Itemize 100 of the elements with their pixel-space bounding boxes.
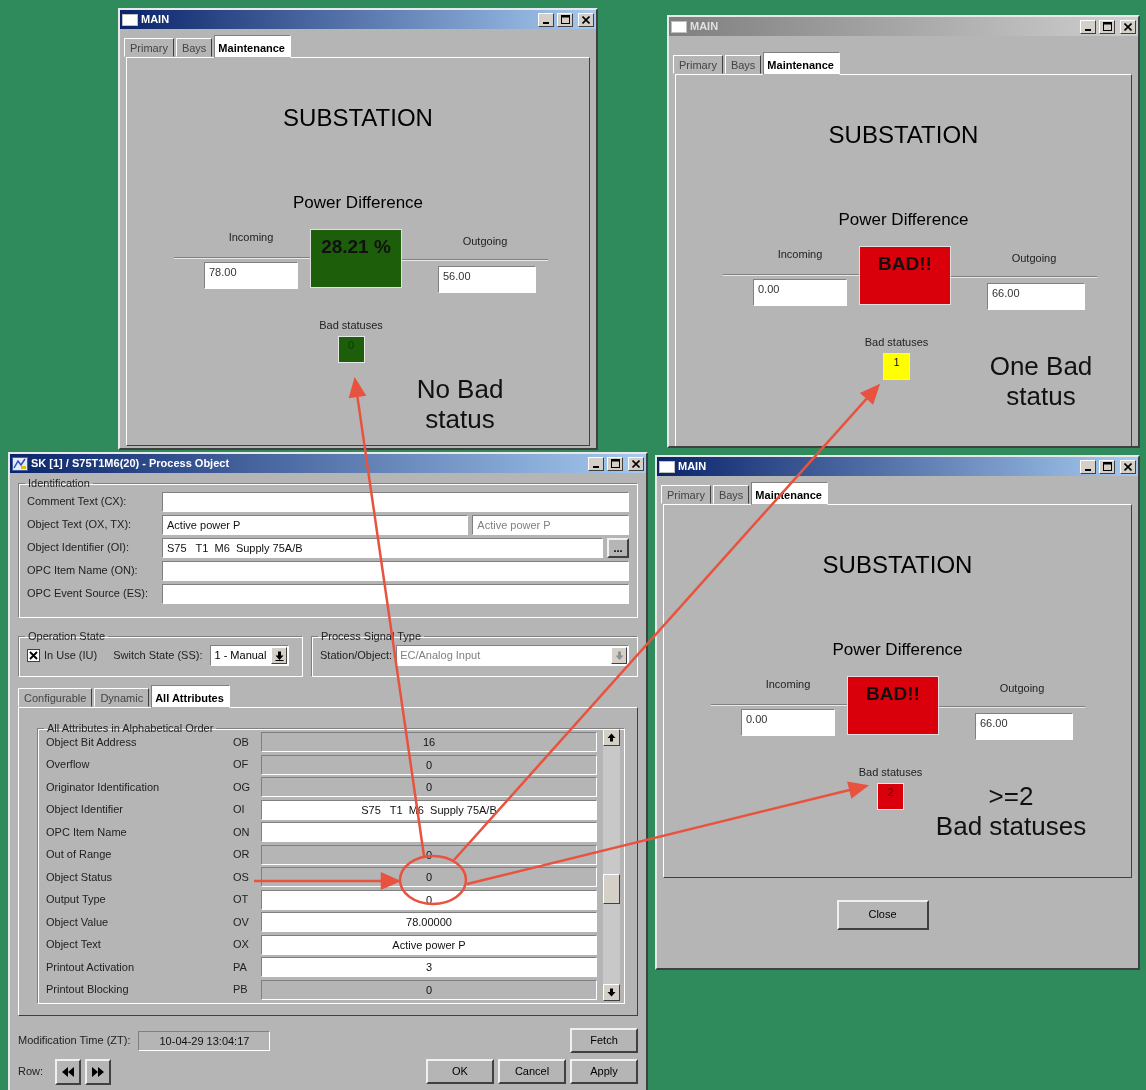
heading: SUBSTATION	[821, 550, 974, 580]
input-field[interactable]	[162, 492, 629, 512]
attribute-code: ON	[233, 825, 251, 839]
window-icon	[122, 13, 138, 26]
close-button[interactable]	[578, 12, 594, 27]
input-field[interactable]: 66.00	[975, 713, 1073, 740]
input-field[interactable]: 78.00000	[261, 912, 597, 933]
field-label: Outgoing	[462, 235, 508, 247]
input-field[interactable]	[261, 822, 597, 843]
tab[interactable]: Bays	[712, 485, 750, 504]
minimize-button[interactable]	[588, 456, 604, 471]
input-field: 0	[261, 777, 597, 798]
tab[interactable]: Dynamic	[94, 688, 150, 707]
field-label: Incoming	[777, 248, 823, 260]
maximize-icon	[1102, 462, 1112, 471]
input-field: 10-04-29 13:04:17	[138, 1030, 271, 1051]
maximize-button[interactable]	[1099, 459, 1115, 474]
minimize-button[interactable]	[1080, 19, 1096, 34]
checkbox[interactable]	[27, 649, 40, 662]
input-field[interactable]	[162, 561, 629, 581]
field-label: Station/Object:	[320, 648, 393, 663]
status-label: Bad statuses	[858, 766, 923, 778]
tab[interactable]: Maintenance	[763, 52, 840, 75]
attribute-code: OR	[233, 848, 251, 862]
field-label: Comment Text (CX):	[27, 495, 128, 509]
dialog-button[interactable]: Fetch	[570, 1028, 638, 1053]
attribute-code: OG	[233, 780, 252, 794]
subheading: Power Difference	[291, 192, 425, 214]
status-counter: 2	[877, 783, 904, 811]
tab[interactable]: Bays	[724, 55, 762, 74]
input-field[interactable]: Active power P	[162, 515, 469, 535]
input-field: 0	[261, 867, 597, 888]
status-indicator: 28.21 %	[310, 229, 402, 288]
minimize-button[interactable]	[538, 12, 554, 27]
input-field[interactable]: 78.00	[204, 262, 298, 289]
input-field[interactable]: Active power P	[261, 934, 597, 955]
input-field[interactable]: 0.00	[753, 279, 847, 306]
input-field[interactable]: 66.00	[987, 283, 1085, 310]
heading: SUBSTATION	[827, 120, 980, 150]
field-label: Row:	[18, 1065, 44, 1079]
status-indicator: BAD!!	[859, 246, 951, 305]
attribute-code: OT	[233, 893, 250, 907]
tab[interactable]: Primary	[124, 38, 174, 57]
close-icon	[1124, 22, 1132, 31]
tab[interactable]: Bays	[175, 38, 213, 57]
input-field[interactable]	[162, 584, 629, 604]
maximize-button[interactable]	[1099, 19, 1115, 34]
field-label: Modification Time (ZT):	[18, 1033, 131, 1048]
dialog-button[interactable]: OK	[426, 1059, 494, 1084]
attribute-code: PB	[233, 983, 249, 997]
close-button[interactable]	[628, 456, 644, 471]
close-button[interactable]	[1120, 459, 1136, 474]
attribute-name: Printout Blocking	[46, 983, 130, 997]
status-label: Bad statuses	[319, 319, 383, 331]
minimize-button[interactable]	[1080, 459, 1096, 474]
maximize-button[interactable]	[557, 12, 573, 27]
browse-button[interactable]: ...	[607, 538, 629, 558]
tab[interactable]: Maintenance	[214, 35, 291, 58]
attribute-code: OX	[233, 938, 250, 952]
double-right-arrow-icon	[92, 1067, 105, 1077]
group-label: Operation State	[27, 630, 107, 643]
status-counter: 1	[883, 353, 910, 381]
attribute-name: Out of Range	[46, 848, 113, 862]
input-field[interactable]: 56.00	[438, 266, 536, 293]
subheading: Power Difference	[831, 639, 964, 661]
field-label: Object Identifier (OI):	[27, 541, 131, 555]
scrollbar[interactable]	[603, 729, 620, 1001]
tab[interactable]: Primary	[661, 485, 711, 504]
input-field[interactable]: S75 T1 M6 Supply 75A/B	[162, 538, 603, 558]
previous-row-button[interactable]	[55, 1059, 82, 1085]
scroll-thumb[interactable]	[603, 874, 620, 904]
double-left-arrow-icon	[62, 1067, 75, 1077]
window-icon	[671, 20, 687, 33]
maximize-button[interactable]	[607, 456, 623, 471]
dropdown[interactable]: 1 - Manual	[210, 645, 290, 666]
scroll-up-button[interactable]	[603, 729, 620, 746]
scroll-down-button[interactable]	[603, 984, 620, 1001]
tab[interactable]: Primary	[673, 55, 723, 74]
input-field: 0	[261, 979, 597, 1000]
close-icon	[632, 459, 640, 468]
attribute-name: Printout Activation	[46, 960, 136, 974]
tab[interactable]: All Attributes	[151, 685, 230, 708]
dialog-button[interactable]: Apply	[570, 1059, 638, 1084]
close-button[interactable]	[1120, 19, 1136, 34]
minimize-icon	[1085, 29, 1091, 31]
attribute-code: OS	[233, 870, 250, 884]
maximize-icon	[610, 459, 620, 468]
dialog-button[interactable]: Cancel	[498, 1059, 566, 1084]
next-row-button[interactable]	[85, 1059, 112, 1085]
attribute-name: Originator Identification	[46, 780, 161, 794]
input-field[interactable]: 0.00	[741, 709, 835, 736]
window-title: SK [1] / S75T1M6(20) - Process Object	[31, 456, 231, 471]
annotation-text: >=2 Bad statuses	[934, 781, 1088, 841]
close-button[interactable]: Close	[836, 900, 929, 930]
attribute-code: PA	[233, 960, 248, 974]
input-field[interactable]: 3	[261, 957, 597, 978]
attribute-code: OB	[233, 735, 250, 749]
minimize-icon	[593, 466, 599, 468]
tab[interactable]: Configurable	[18, 688, 93, 707]
window-title: MAIN	[690, 19, 720, 34]
